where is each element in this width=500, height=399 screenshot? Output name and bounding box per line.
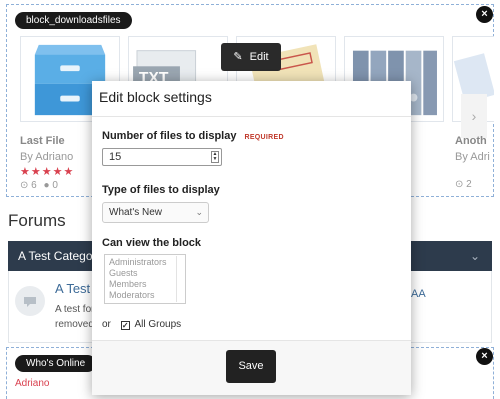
card-author: By Adri xyxy=(455,151,490,163)
forum-last-post[interactable]: AA xyxy=(411,288,426,300)
group-option[interactable]: Guests xyxy=(109,268,181,279)
modal-footer: Save xyxy=(92,340,411,395)
group-option[interactable]: Members xyxy=(109,279,181,290)
edit-block-modal: Edit block settings Number of files to d… xyxy=(92,81,411,395)
num-files-label-text: Number of files to display xyxy=(102,130,237,142)
group-option[interactable]: Moderators xyxy=(109,290,181,301)
group-option[interactable]: Administrators xyxy=(109,257,181,268)
card-title[interactable]: Anoth xyxy=(455,135,495,147)
type-files-label: Type of files to display xyxy=(102,184,220,196)
next-arrow-icon[interactable]: › xyxy=(461,94,487,138)
listbox-scrollbar[interactable] xyxy=(176,256,184,302)
forum-icon xyxy=(15,286,45,316)
card-counts: ⊙ 2 xyxy=(455,179,495,190)
card-info: Last File By Adriano ★★★★★ ⊙ 6 ● 0 xyxy=(20,135,74,191)
chevron-down-icon[interactable]: ⌄ xyxy=(470,241,480,271)
all-groups-label: All Groups xyxy=(134,319,182,330)
pencil-icon: ✎ xyxy=(233,51,243,63)
block-badge: block_downloadsfiles xyxy=(15,12,132,29)
all-groups-row: or ✓ All Groups xyxy=(102,319,181,330)
close-icon[interactable]: × xyxy=(476,348,493,365)
edit-label: Edit xyxy=(249,51,269,63)
comment-icon: ● xyxy=(43,180,50,191)
or-text: or xyxy=(102,319,111,330)
type-files-value: What's New xyxy=(109,207,163,218)
views-count: 6 xyxy=(31,180,37,191)
rating-stars: ★★★★★ xyxy=(20,166,75,178)
card-author: By Adriano xyxy=(20,151,74,163)
all-groups-checkbox[interactable]: ✓ xyxy=(120,321,130,330)
stepper-icon[interactable]: ▲ ▼ xyxy=(211,151,219,163)
online-user[interactable]: Adriano xyxy=(15,378,49,389)
save-button[interactable]: Save xyxy=(226,350,276,383)
close-icon[interactable]: × xyxy=(476,6,493,23)
views-icon: ⊙ xyxy=(20,180,29,191)
forums-heading: Forums xyxy=(8,211,66,230)
views-count: 2 xyxy=(466,179,472,190)
block-badge: Who's Online xyxy=(15,355,97,372)
card-title[interactable]: Last File xyxy=(20,135,74,147)
num-files-input[interactable]: 15 ▲ ▼ xyxy=(102,148,222,166)
num-files-label: Number of files to display REQUIRED xyxy=(102,130,284,142)
view-block-label: Can view the block xyxy=(102,237,202,249)
num-files-value: 15 xyxy=(109,151,122,163)
type-files-select[interactable]: What's New ⌄ xyxy=(102,202,209,223)
required-badge: REQUIRED xyxy=(244,134,284,141)
views-icon: ⊙ xyxy=(455,179,464,190)
chevron-down-icon: ⌄ xyxy=(195,207,203,217)
edit-button[interactable]: ✎ Edit xyxy=(221,43,281,71)
groups-listbox[interactable]: Administrators Guests Members Moderators xyxy=(104,254,186,304)
card-counts: ⊙ 6 ● 0 xyxy=(20,180,74,191)
comments-count: 0 xyxy=(52,180,58,191)
card-info: Anoth By Adri ⊙ 2 xyxy=(455,135,495,190)
category-title[interactable]: A Test Category xyxy=(18,249,103,263)
modal-title: Edit block settings xyxy=(92,81,411,117)
